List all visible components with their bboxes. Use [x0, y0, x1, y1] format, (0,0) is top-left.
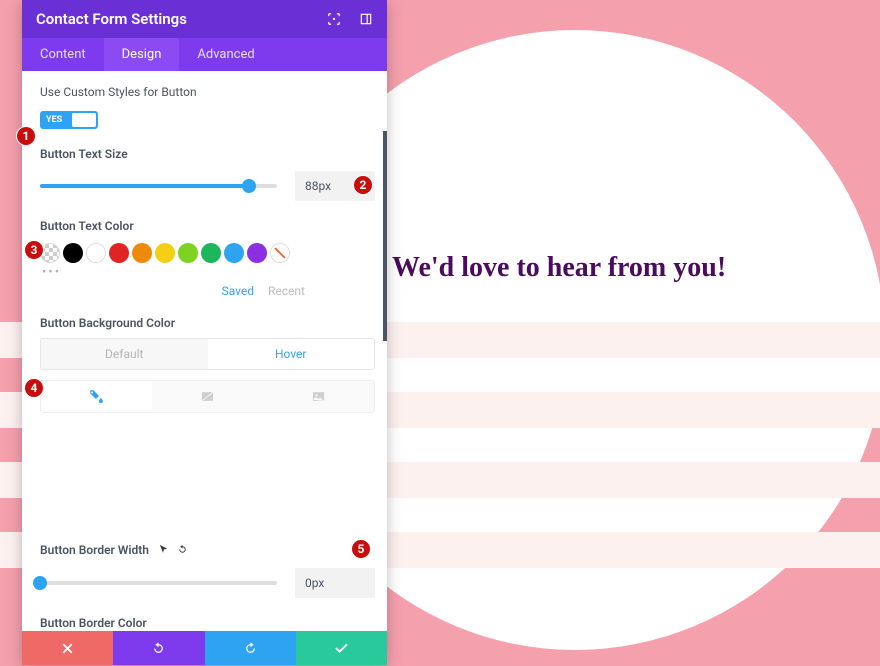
reset-icon[interactable] [177, 544, 188, 558]
text-size-label: Button Text Size [40, 147, 375, 161]
callout-5: 5 [351, 539, 371, 559]
toggle-knob [72, 113, 96, 127]
bg-color-label: Button Background Color [40, 316, 375, 330]
tab-advanced[interactable]: Advanced [179, 38, 272, 71]
panel-header: Contact Form Settings [22, 0, 387, 38]
bg-color-editor-area [40, 413, 375, 525]
border-width-value[interactable]: 0px [295, 568, 375, 598]
preview-headline: We'd love to hear from you! [392, 252, 726, 284]
tab-design[interactable]: Design [104, 38, 180, 71]
save-button[interactable] [296, 631, 387, 665]
border-width-label-text: Button Border Width [40, 543, 149, 557]
dh-tab-hover[interactable]: Hover [208, 339, 375, 369]
slider-knob[interactable] [242, 179, 256, 193]
border-width-slider[interactable] [40, 581, 277, 585]
tab-content[interactable]: Content [22, 38, 104, 71]
custom-styles-toggle[interactable]: YES [40, 111, 98, 129]
swatch-orange[interactable] [132, 243, 152, 263]
swatch-green[interactable] [201, 243, 221, 263]
bg-type-tabs [40, 380, 375, 413]
callout-4: 4 [24, 378, 44, 398]
slider-fill [40, 184, 249, 188]
expand-icon[interactable] [327, 12, 341, 26]
swatch-none[interactable] [270, 243, 290, 263]
header-actions [327, 12, 373, 26]
panel-tabs: Content Design Advanced [22, 38, 387, 71]
swatch-lime[interactable] [178, 243, 198, 263]
undo-button[interactable] [113, 631, 204, 665]
swatch-blue[interactable] [224, 243, 244, 263]
swatch-tab-saved[interactable]: Saved [222, 284, 254, 298]
default-hover-tabs: Default Hover [40, 338, 375, 370]
swatch-black[interactable] [63, 243, 83, 263]
swatch-tab-recent[interactable]: Recent [268, 284, 305, 298]
use-custom-styles-label: Use Custom Styles for Button [40, 85, 375, 99]
callout-1: 1 [16, 126, 36, 146]
scrollbar[interactable] [383, 131, 387, 341]
callout-3: 3 [24, 240, 44, 260]
slider-knob[interactable] [33, 576, 47, 590]
swatch-source-tabs: Saved Recent [40, 284, 375, 298]
text-color-label: Button Text Color [40, 219, 375, 233]
text-color-swatches [40, 243, 375, 263]
border-color-label: Button Border Color [40, 616, 375, 630]
bg-type-gradient[interactable] [152, 381, 263, 412]
toggle-yes-label: YES [42, 115, 62, 125]
panel-title: Contact Form Settings [36, 10, 187, 28]
panel-footer [22, 631, 387, 665]
cancel-button[interactable] [22, 631, 113, 665]
text-size-slider[interactable] [40, 184, 277, 188]
swatch-red[interactable] [109, 243, 129, 263]
dh-tab-default[interactable]: Default [41, 339, 208, 369]
callout-2: 2 [353, 175, 373, 195]
swatch-purple[interactable] [247, 243, 267, 263]
swatch-yellow[interactable] [155, 243, 175, 263]
redo-button[interactable] [205, 631, 296, 665]
bg-type-color[interactable] [41, 381, 152, 412]
swatch-white[interactable] [86, 243, 106, 263]
more-swatches[interactable]: ••• [42, 265, 375, 280]
bg-type-image[interactable] [263, 381, 374, 412]
panel-body: Use Custom Styles for Button YES Button … [22, 71, 387, 631]
dock-icon[interactable] [359, 12, 373, 26]
cursor-icon[interactable] [158, 544, 169, 558]
settings-panel: Contact Form Settings Content Design Adv… [22, 0, 387, 665]
border-width-label: Button Border Width [40, 543, 375, 558]
